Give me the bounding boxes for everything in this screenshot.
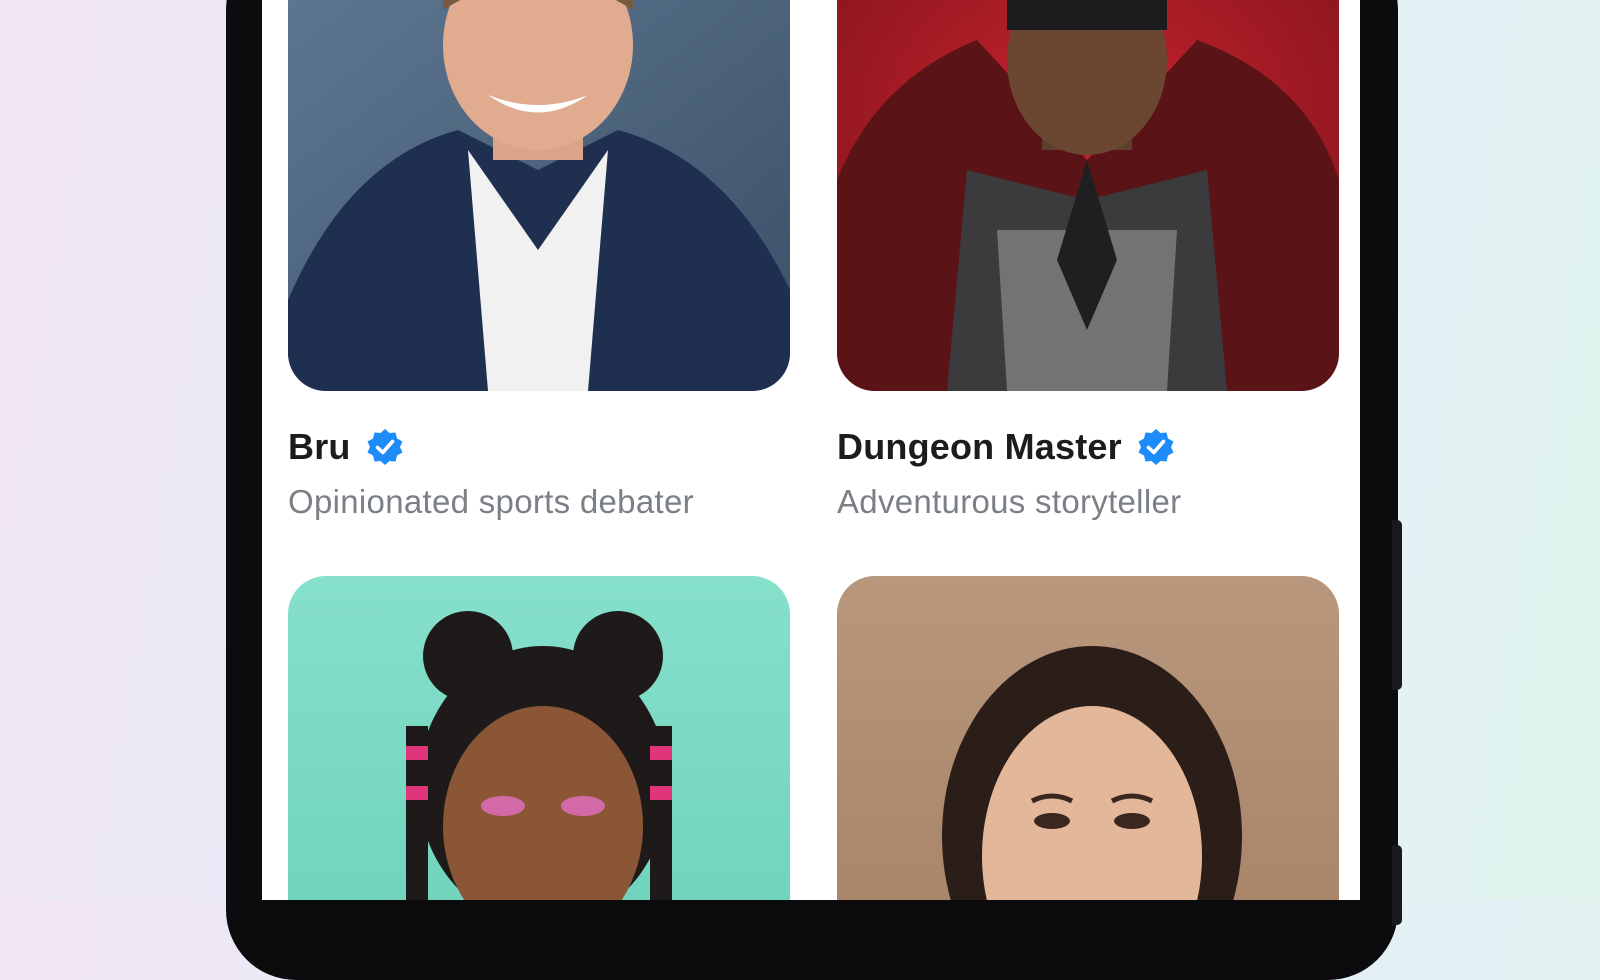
side-button — [1392, 520, 1402, 690]
character-name: Bru — [288, 426, 351, 467]
character-card-bru[interactable]: Bru Opinionated sports debater — [288, 0, 790, 521]
character-name: Dungeon Master — [837, 426, 1122, 467]
verified-badge-icon — [1136, 427, 1176, 467]
ai-characters-grid: Bru Opinionated sports debater Dungeon M… — [262, 0, 1360, 900]
character-card[interactable] — [837, 576, 1339, 900]
character-card-dungeon-master[interactable]: Dungeon Master Adventurous storyteller — [837, 0, 1339, 521]
character-photo[interactable] — [288, 0, 790, 391]
character-photo[interactable] — [837, 576, 1339, 900]
character-photo[interactable] — [837, 0, 1339, 391]
side-button — [1392, 845, 1402, 925]
character-description: Opinionated sports debater — [288, 483, 694, 520]
character-card[interactable] — [288, 576, 790, 900]
verified-badge-icon — [365, 427, 405, 467]
character-description: Adventurous storyteller — [837, 483, 1182, 520]
character-photo[interactable] — [288, 576, 790, 900]
